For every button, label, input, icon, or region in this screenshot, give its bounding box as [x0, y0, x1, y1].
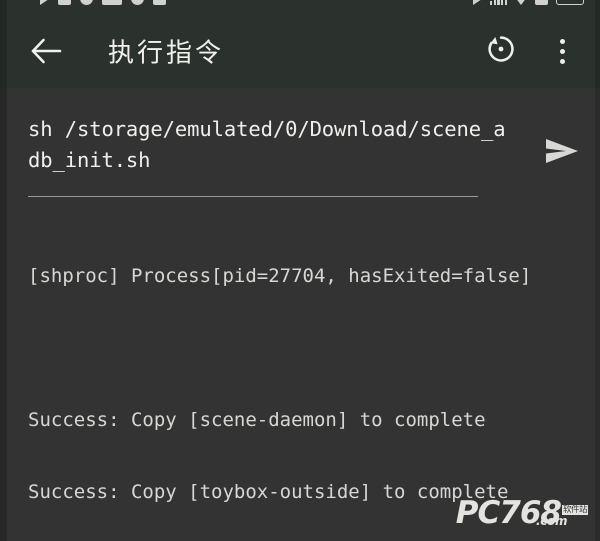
record-icon: [131, 0, 144, 5]
signal-icon: [40, 0, 49, 5]
history-button[interactable]: [480, 30, 522, 72]
app-bar: 执行指令: [0, 14, 600, 88]
more-vertical-icon: [559, 38, 565, 44]
output-line-blank: [28, 336, 600, 360]
app-icon: [153, 0, 166, 5]
output-line: Success: Copy [scene-daemon] to complete: [28, 409, 486, 431]
plus-icon: [58, 0, 71, 5]
battery-icon: [556, 0, 584, 5]
clock-icon: [80, 0, 93, 5]
wifi-icon: [515, 0, 527, 5]
status-bar: [0, 0, 600, 14]
output-line: [shproc] Process[pid=27704, hasExited=fa…: [28, 265, 532, 287]
message-icon: [102, 0, 122, 5]
history-restore-icon: [485, 33, 517, 70]
input-underline: [28, 196, 478, 197]
more-vertical-icon: [559, 58, 565, 64]
status-bar-right-icons: [473, 0, 584, 5]
send-button[interactable]: [524, 114, 600, 188]
play-icon: [473, 0, 482, 5]
sim-icon: [535, 0, 548, 5]
signal-bars-icon: [490, 0, 508, 5]
back-button[interactable]: [24, 29, 68, 73]
content-area: sh /storage/emulated/0/Download/scene_ad…: [0, 88, 600, 541]
page-title: 执行指令: [108, 38, 225, 69]
command-input-value: sh /storage/emulated/0/Download/scene_ad…: [28, 117, 506, 172]
status-bar-left-icons: [40, 0, 166, 5]
app-screen: 执行指令 sh /storage/emulated/0/Download/sce…: [0, 0, 600, 541]
back-arrow-icon: [30, 38, 62, 64]
send-icon: [544, 136, 580, 166]
more-vertical-icon: [559, 48, 565, 54]
command-output: [shproc] Process[pid=27704, hasExited=fa…: [28, 216, 600, 541]
output-line: Success: Copy [toybox-outside] to comple…: [28, 481, 509, 503]
overflow-menu-button[interactable]: [544, 30, 580, 72]
command-input-field[interactable]: sh /storage/emulated/0/Download/scene_ad…: [0, 114, 524, 197]
command-input-row: sh /storage/emulated/0/Download/scene_ad…: [0, 114, 600, 197]
